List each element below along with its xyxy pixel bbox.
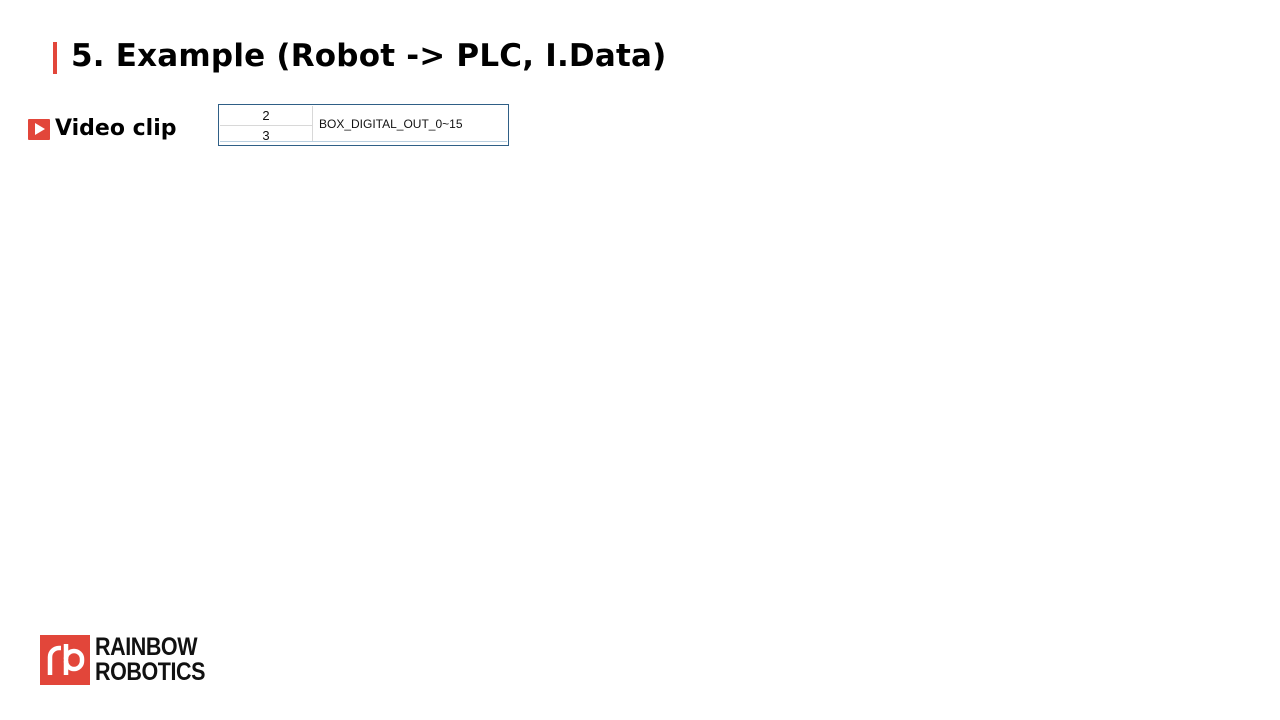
play-icon[interactable] — [28, 118, 50, 140]
register-table: 2 3 BOX_DIGITAL_OUT_0~15 — [218, 104, 509, 146]
video-clip-label: Video clip — [55, 116, 177, 141]
register-index-cell: 3 — [262, 128, 270, 143]
register-index-column: 2 3 — [220, 106, 313, 143]
register-description: BOX_DIGITAL_OUT_0~15 — [319, 116, 463, 131]
rb-glyph-icon — [47, 644, 85, 675]
page-title: 5. Example (Robot -> PLC, I.Data) — [71, 38, 667, 74]
register-index-cell: 2 — [220, 106, 312, 126]
rb-logo-mark-icon — [40, 635, 90, 685]
title-accent-bar — [53, 42, 57, 74]
logo-line-2: ROBOTICS — [95, 658, 206, 686]
register-table-body: 2 3 BOX_DIGITAL_OUT_0~15 — [220, 106, 507, 143]
company-logo: RAINBOW ROBOTICS — [40, 635, 223, 685]
logo-wordmark: RAINBOW ROBOTICS — [95, 635, 205, 685]
slide: 5. Example (Robot -> PLC, I.Data) Video … — [0, 0, 1280, 720]
logo-line-1: RAINBOW — [95, 633, 198, 661]
video-clip-row[interactable]: Video clip — [28, 114, 177, 144]
